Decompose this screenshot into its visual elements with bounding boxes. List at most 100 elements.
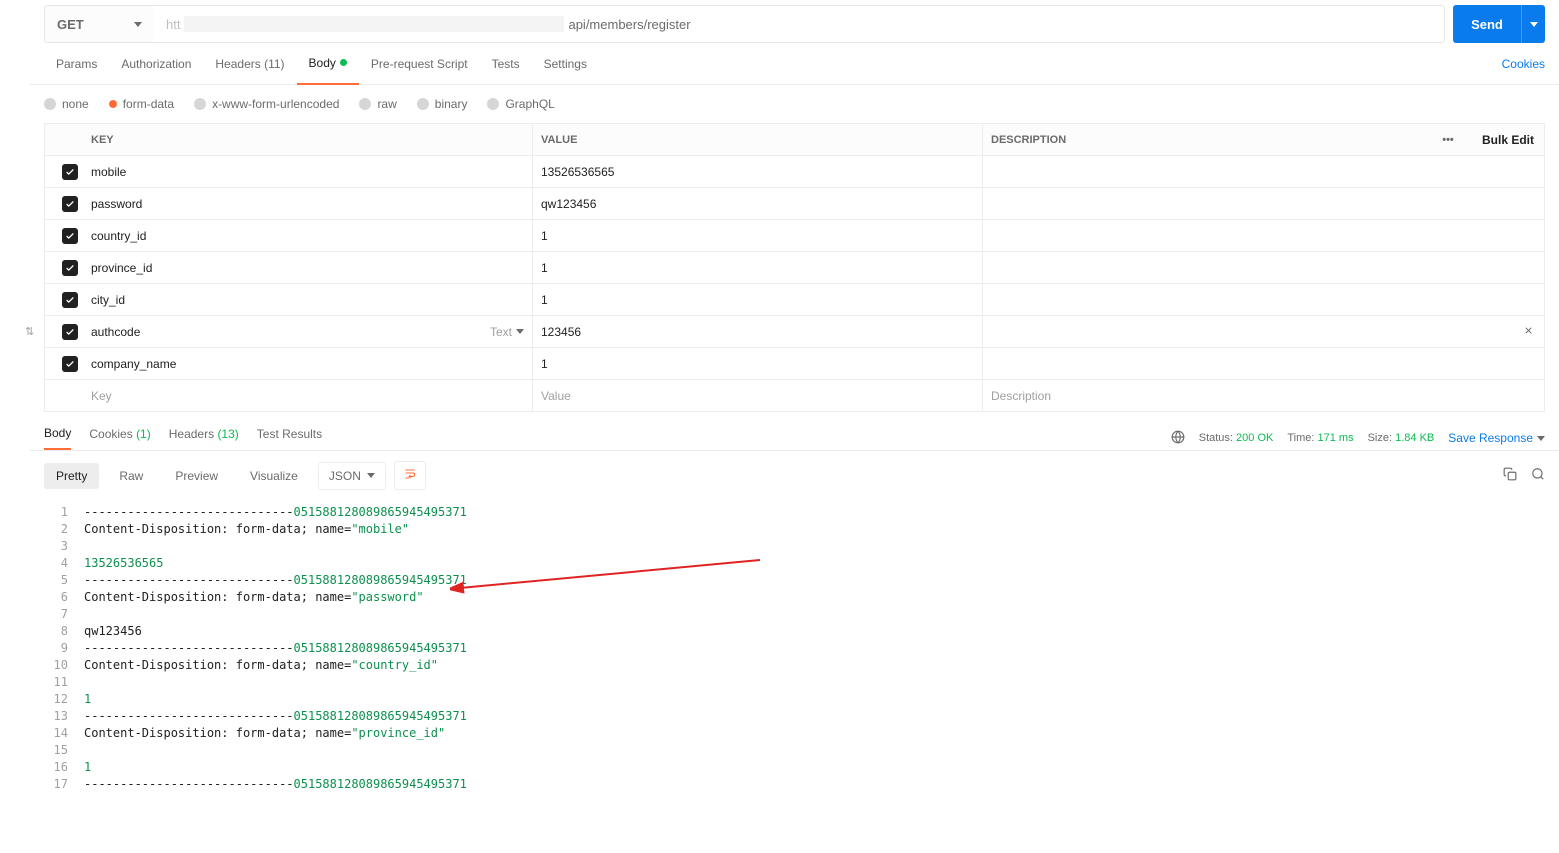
checkbox[interactable] (62, 324, 78, 340)
param-row[interactable]: mobile13526536565 (45, 156, 1544, 188)
param-row[interactable]: country_id1 (45, 220, 1544, 252)
head-desc: DESCRIPTION (983, 124, 1424, 155)
param-key[interactable]: password (83, 188, 533, 219)
radio-icon (194, 98, 206, 110)
code-line: 1-----------------------------0515881280… (44, 504, 1545, 521)
chevron-down-icon (1530, 22, 1538, 27)
code-line: 5-----------------------------0515881280… (44, 572, 1545, 589)
params-table: KEY VALUE DESCRIPTION ••• Bulk Edit mobi… (44, 123, 1545, 412)
resp-preview-button[interactable]: Preview (163, 463, 230, 489)
table-options-button[interactable]: ••• (1424, 134, 1472, 146)
code-line: 8qw123456 (44, 623, 1545, 640)
param-key[interactable]: country_id (83, 220, 533, 251)
param-key[interactable]: mobile (83, 156, 533, 187)
cookies-link[interactable]: Cookies (1502, 57, 1545, 71)
radio-icon (109, 100, 117, 108)
send-chevron-button[interactable] (1521, 5, 1545, 43)
request-tabs: Params Authorization Headers (11) Body P… (30, 43, 1559, 85)
param-row[interactable]: ⇅authcodeText 123456 (45, 316, 1544, 348)
globe-icon[interactable] (1171, 430, 1185, 447)
tab-settings[interactable]: Settings (532, 43, 599, 85)
checkbox[interactable] (62, 292, 78, 308)
resp-raw-button[interactable]: Raw (107, 463, 155, 489)
method-select[interactable]: GET (44, 5, 154, 43)
radio-none[interactable]: none (44, 97, 89, 111)
radio-icon (359, 98, 371, 110)
radio-formdata[interactable]: form-data (109, 97, 174, 111)
radio-icon (487, 98, 499, 110)
tab-body[interactable]: Body (297, 43, 359, 85)
checkbox[interactable] (62, 356, 78, 372)
param-value[interactable]: qw123456 (533, 188, 983, 219)
drag-handle-icon[interactable]: ⇅ (25, 325, 34, 338)
type-select[interactable]: Text (490, 325, 524, 339)
param-row[interactable]: company_name1 (45, 348, 1544, 380)
param-value[interactable]: 123456 (533, 316, 983, 347)
copy-button[interactable] (1503, 467, 1517, 484)
param-value[interactable]: 1 (533, 348, 983, 379)
param-desc[interactable] (983, 220, 1544, 251)
param-key[interactable]: province_id (83, 252, 533, 283)
tab-prerequest[interactable]: Pre-request Script (359, 43, 480, 85)
rtab-cookies[interactable]: Cookies (1) (89, 427, 150, 449)
param-row[interactable]: passwordqw123456 (45, 188, 1544, 220)
param-value[interactable]: 1 (533, 220, 983, 251)
tab-headers[interactable]: Headers (11) (203, 43, 296, 85)
param-value[interactable]: 1 (533, 284, 983, 315)
checkbox[interactable] (62, 260, 78, 276)
url-input[interactable]: htt api/members/register (154, 5, 1445, 43)
param-desc[interactable] (983, 348, 1544, 379)
response-body[interactable]: 1-----------------------------0515881280… (30, 500, 1559, 797)
tab-authorization[interactable]: Authorization (109, 43, 203, 85)
search-button[interactable] (1531, 467, 1545, 484)
param-desc[interactable] (983, 156, 1544, 187)
response-tabs: Body Cookies (1) Headers (13) Test Resul… (30, 412, 1559, 451)
delete-row-button[interactable] (1523, 325, 1534, 339)
tab-tests[interactable]: Tests (480, 43, 532, 85)
param-value[interactable]: 1 (533, 252, 983, 283)
resp-pretty-button[interactable]: Pretty (44, 463, 99, 489)
code-line: 11 (44, 674, 1545, 691)
new-value-input[interactable]: Value (533, 380, 983, 411)
chevron-down-icon (134, 22, 142, 27)
param-desc[interactable] (983, 188, 1544, 219)
checkbox[interactable] (62, 228, 78, 244)
checkbox[interactable] (62, 196, 78, 212)
resp-format-select[interactable]: JSON (318, 462, 386, 490)
new-desc-input[interactable]: Description (983, 380, 1544, 411)
send-button[interactable]: Send (1453, 5, 1521, 43)
head-value: VALUE (533, 124, 983, 155)
code-line: 14Content-Disposition: form-data; name="… (44, 725, 1545, 742)
tab-params[interactable]: Params (44, 43, 109, 85)
param-row[interactable]: province_id1 (45, 252, 1544, 284)
wrap-lines-button[interactable] (394, 461, 426, 490)
send-button-group: Send (1453, 5, 1545, 43)
radio-graphql[interactable]: GraphQL (487, 97, 554, 111)
radio-raw[interactable]: raw (359, 97, 396, 111)
save-response-button[interactable]: Save Response (1448, 431, 1545, 445)
param-value[interactable]: 13526536565 (533, 156, 983, 187)
new-key-input[interactable]: Key (83, 380, 533, 411)
param-desc[interactable] (983, 284, 1544, 315)
code-line: 15 (44, 742, 1545, 759)
param-row[interactable]: city_id1 (45, 284, 1544, 316)
radio-xwww[interactable]: x-www-form-urlencoded (194, 97, 339, 111)
param-key[interactable]: authcodeText (83, 316, 533, 347)
code-line: 413526536565 (44, 555, 1545, 572)
checkbox[interactable] (62, 164, 78, 180)
param-key[interactable]: city_id (83, 284, 533, 315)
rtab-headers[interactable]: Headers (13) (169, 427, 239, 449)
rtab-body[interactable]: Body (44, 426, 71, 450)
param-desc[interactable] (983, 316, 1544, 347)
radio-binary[interactable]: binary (417, 97, 468, 111)
code-line: 13-----------------------------051588128… (44, 708, 1545, 725)
rtab-test-results[interactable]: Test Results (257, 427, 322, 449)
code-line: 3 (44, 538, 1545, 555)
param-row-new[interactable]: Key Value Description (45, 380, 1544, 412)
param-key[interactable]: company_name (83, 348, 533, 379)
code-line: 9-----------------------------0515881280… (44, 640, 1545, 657)
resp-visualize-button[interactable]: Visualize (238, 463, 310, 489)
param-desc[interactable] (983, 252, 1544, 283)
code-line: 161 (44, 759, 1545, 776)
bulk-edit-button[interactable]: Bulk Edit (1472, 133, 1544, 147)
